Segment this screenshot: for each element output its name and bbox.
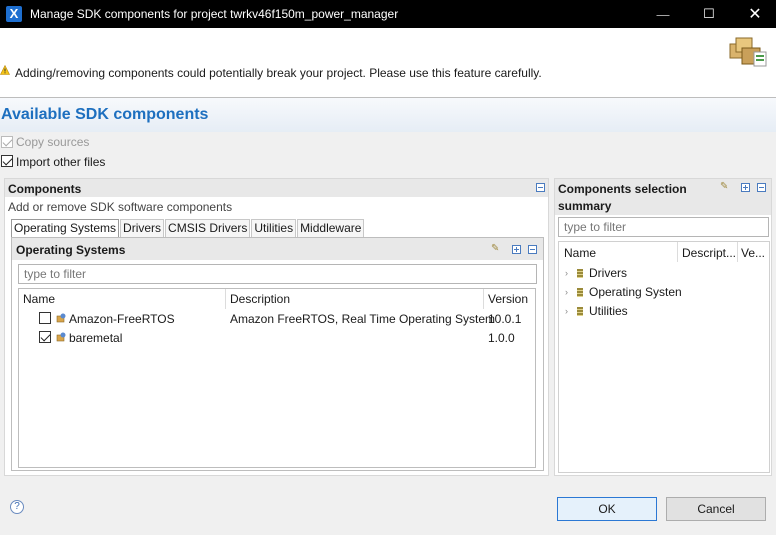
dialog-header: Adding/removing components could potenti… <box>0 28 776 98</box>
tab-cmsis-drivers[interactable]: CMSIS Drivers <box>165 219 251 237</box>
summary-title: Components selection summary <box>558 182 687 213</box>
column-header-name[interactable]: Name <box>23 289 55 309</box>
amazon-freertos-checkbox[interactable] <box>39 312 51 324</box>
library-icon <box>577 268 583 278</box>
components-tabs: Operating Systems Drivers CMSIS Drivers … <box>11 219 365 237</box>
column-header-description[interactable]: Description <box>230 289 290 309</box>
tree-item-label: Operating Systen <box>589 285 682 299</box>
tab-operating-systems[interactable]: Operating Systems <box>11 219 120 237</box>
packages-banner-icon <box>729 37 767 67</box>
app-icon: X <box>6 6 22 22</box>
window-title: Manage SDK components for project twrkv4… <box>30 7 399 21</box>
page-title: Available SDK components <box>1 106 209 123</box>
tab-middleware[interactable]: Middleware <box>297 219 365 237</box>
tree-item-drivers[interactable]: › Drivers <box>565 266 627 280</box>
components-table: Name Description Version Amazon-FreeRTOS… <box>18 288 536 468</box>
components-panel-header: Components <box>5 179 548 197</box>
expand-all-icon[interactable] <box>512 245 521 254</box>
collapse-all-icon[interactable] <box>757 183 766 192</box>
row-version: 10.0.1 <box>488 312 522 326</box>
import-other-files-label: Import other files <box>16 155 106 169</box>
column-header-version[interactable]: Ve... <box>741 243 765 263</box>
dialog-footer <box>0 482 776 535</box>
package-icon <box>56 313 66 323</box>
column-header-name[interactable]: Name <box>564 243 596 263</box>
row-version: 1.0.0 <box>488 331 515 345</box>
column-header-version[interactable]: Version <box>488 289 528 309</box>
close-button[interactable]: ✕ <box>732 0 776 28</box>
edit-icon[interactable]: ✎ <box>491 244 501 254</box>
library-icon <box>577 287 583 297</box>
tab-utilities[interactable]: Utilities <box>251 219 297 237</box>
minimize-panel-icon[interactable] <box>536 183 545 192</box>
components-filter-input[interactable] <box>18 264 537 284</box>
tree-item-utilities[interactable]: › Utilities <box>565 304 628 318</box>
summary-header: Components selection summary ✎ <box>555 179 771 215</box>
collapse-all-icon[interactable] <box>528 245 537 254</box>
tree-item-label: Utilities <box>589 304 628 318</box>
library-icon <box>577 306 583 316</box>
row-name[interactable]: Amazon-FreeRTOS <box>69 312 175 326</box>
chevron-right-icon[interactable]: › <box>565 287 577 297</box>
summary-filter-input[interactable] <box>558 217 769 237</box>
expand-all-icon[interactable] <box>741 183 750 192</box>
row-name[interactable]: baremetal <box>69 331 122 345</box>
title-bar: X Manage SDK components for project twrk… <box>0 0 776 28</box>
tree-item-label: Drivers <box>589 266 627 280</box>
operating-systems-panel: Operating Systems ✎ Name Description Ver… <box>11 237 544 471</box>
column-header-description[interactable]: Descript... <box>682 243 736 263</box>
copy-sources-label: Copy sources <box>16 135 90 149</box>
ok-button[interactable]: OK <box>557 497 657 521</box>
cancel-button[interactable]: Cancel <box>666 497 766 521</box>
tree-item-operating-systems[interactable]: › Operating Systen <box>565 285 682 299</box>
selection-summary-panel: Components selection summary ✎ Name Desc… <box>554 178 772 476</box>
row-description: Amazon FreeRTOS, Real Time Operating Sys… <box>230 312 495 326</box>
components-panel: Components Add or remove SDK software co… <box>4 178 549 476</box>
minimize-button[interactable]: — <box>640 0 686 28</box>
copy-sources-checkbox[interactable] <box>1 136 13 148</box>
chevron-right-icon[interactable]: › <box>565 268 577 278</box>
column-separator[interactable] <box>225 289 226 309</box>
components-title: Components <box>8 182 82 196</box>
edit-icon[interactable]: ✎ <box>720 182 730 192</box>
maximize-button[interactable]: ☐ <box>686 0 732 28</box>
chevron-right-icon[interactable]: › <box>565 306 577 316</box>
summary-tree: Name Descript... Ve... › Drivers › Opera… <box>558 241 770 473</box>
warning-icon <box>0 65 10 75</box>
operating-systems-header: Operating Systems ✎ <box>12 238 543 260</box>
column-separator[interactable] <box>737 242 738 262</box>
package-icon <box>56 332 66 342</box>
baremetal-checkbox[interactable] <box>39 331 51 343</box>
components-description: Add or remove SDK software components <box>8 200 233 214</box>
column-separator[interactable] <box>483 289 484 309</box>
operating-systems-title: Operating Systems <box>16 243 126 257</box>
column-separator[interactable] <box>677 242 678 262</box>
warning-message: Adding/removing components could potenti… <box>15 66 542 80</box>
import-other-files-checkbox[interactable] <box>1 155 13 167</box>
help-icon[interactable]: ? <box>10 500 24 514</box>
tab-drivers[interactable]: Drivers <box>120 219 165 237</box>
